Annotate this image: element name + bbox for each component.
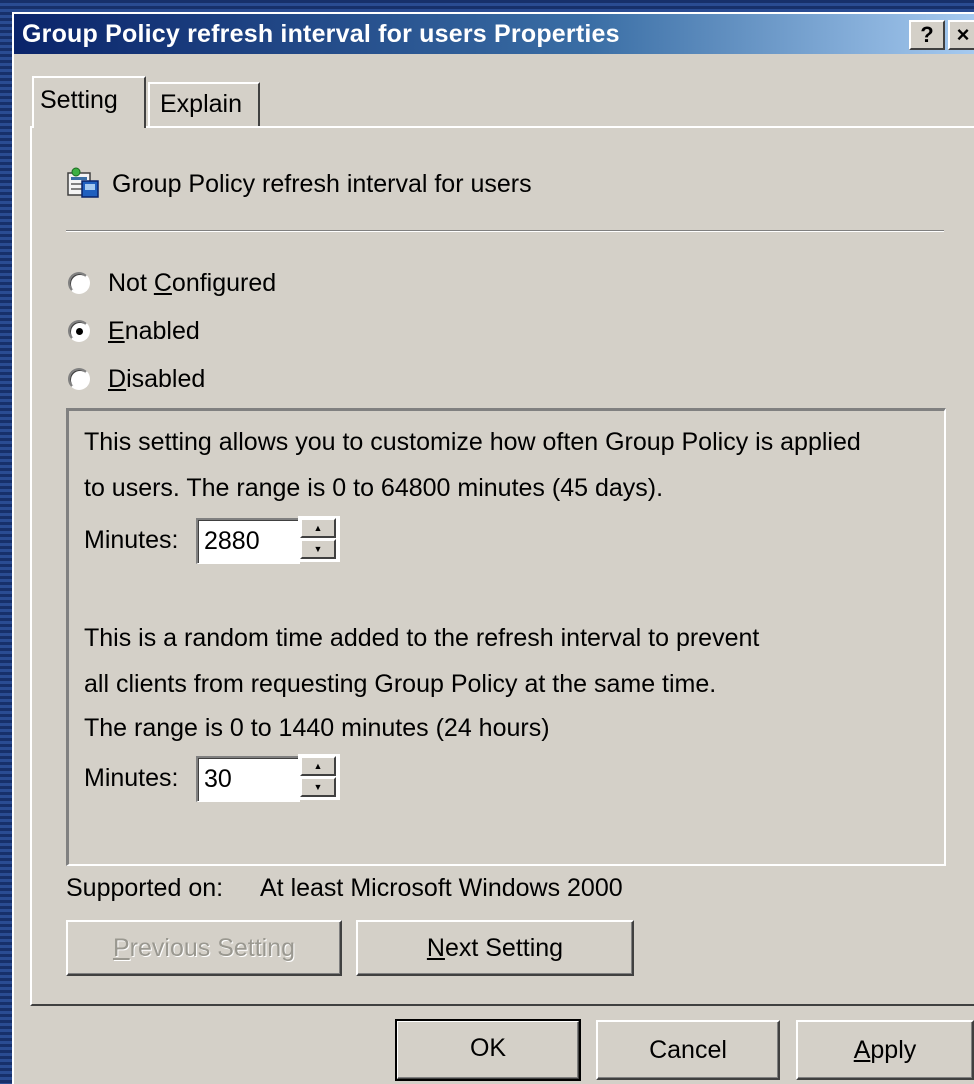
- offset-description-line2: all clients from requesting Group Policy…: [84, 670, 717, 698]
- cancel-button[interactable]: Cancel: [596, 1020, 780, 1080]
- interval-description-line2: to users. The range is 0 to 64800 minute…: [84, 474, 664, 502]
- radio-not-configured[interactable]: Not Configured: [68, 266, 276, 300]
- radio-button[interactable]: [68, 272, 90, 294]
- tab-setting[interactable]: Setting: [32, 76, 146, 128]
- radio-label: Not Configured: [108, 268, 277, 297]
- separator: [66, 230, 944, 232]
- tab-explain[interactable]: Explain: [148, 82, 260, 126]
- radio-enabled[interactable]: Enabled: [68, 314, 200, 348]
- policy-settings-icon: [66, 167, 100, 201]
- interval-minutes-label: Minutes:: [84, 526, 179, 554]
- offset-minutes-spinner: ▲ ▼: [298, 754, 340, 800]
- spin-up-button[interactable]: ▲: [300, 518, 336, 538]
- supported-on-label: Supported on:: [66, 874, 224, 902]
- radio-label: Enabled: [108, 316, 200, 345]
- policy-header: Group Policy refresh interval for users: [66, 164, 532, 204]
- offset-minutes-input[interactable]: 30: [196, 756, 300, 802]
- interval-minutes-spinner: ▲ ▼: [298, 516, 340, 562]
- radio-disabled[interactable]: Disabled: [68, 362, 205, 396]
- offset-description-line3: The range is 0 to 1440 minutes (24 hours…: [84, 714, 550, 742]
- interval-description-line1: This setting allows you to customize how…: [84, 428, 861, 456]
- apply-button[interactable]: Apply: [796, 1020, 974, 1080]
- policy-name: Group Policy refresh interval for users: [112, 169, 532, 198]
- offset-description-line1: This is a random time added to the refre…: [84, 624, 760, 652]
- next-setting-button[interactable]: Next Setting: [356, 920, 634, 976]
- radio-button[interactable]: [68, 320, 90, 342]
- title-bar[interactable]: Group Policy refresh interval for users …: [14, 14, 974, 54]
- help-button[interactable]: ?: [909, 20, 945, 50]
- spin-up-button[interactable]: ▲: [300, 756, 336, 776]
- dialog-title: Group Policy refresh interval for users …: [22, 20, 620, 48]
- supported-on-value: At least Microsoft Windows 2000: [260, 874, 623, 902]
- interval-minutes-input[interactable]: 2880: [196, 518, 300, 564]
- offset-minutes-label: Minutes:: [84, 764, 179, 792]
- radio-button[interactable]: [68, 368, 90, 390]
- spin-down-button[interactable]: ▼: [300, 777, 336, 797]
- close-button[interactable]: ×: [948, 20, 974, 50]
- previous-setting-button[interactable]: Previous Setting: [66, 920, 342, 976]
- radio-label: Disabled: [108, 364, 206, 393]
- spin-down-button[interactable]: ▼: [300, 539, 336, 559]
- ok-button[interactable]: OK: [395, 1019, 581, 1081]
